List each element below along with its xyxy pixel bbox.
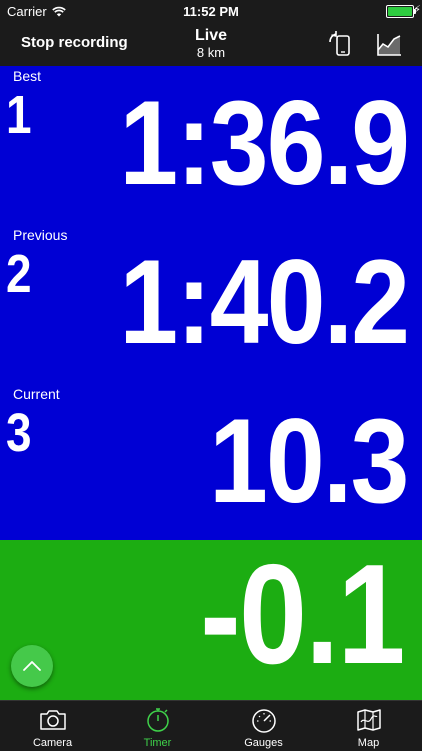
best-lap-index: 1 (6, 85, 32, 145)
tab-timer[interactable]: Timer (105, 701, 210, 751)
battery-icon (386, 5, 416, 18)
current-lap-label: Current (13, 386, 60, 402)
previous-lap-row: Previous 2 1:40.2 (0, 225, 422, 383)
tab-camera-label: Camera (32, 737, 73, 749)
nav-title-group: Live 8 km (0, 27, 422, 60)
tab-map-label: Map (357, 737, 380, 749)
nav-subtitle: 8 km (196, 45, 226, 60)
previous-lap-label: Previous (13, 227, 68, 243)
chevron-up-icon (23, 661, 41, 671)
stopwatch-icon (147, 708, 169, 732)
tab-gauges[interactable]: Gauges (211, 701, 316, 751)
best-lap-row: Best 1 1:36.9 (0, 66, 422, 224)
tab-camera[interactable]: Camera (0, 701, 105, 751)
status-time: 11:52 PM (183, 4, 239, 19)
previous-lap-time: 1:40.2 (119, 235, 410, 369)
nav-title: Live (194, 27, 227, 44)
previous-lap-index: 2 (6, 244, 32, 304)
camera-icon (40, 710, 66, 730)
status-bar: Carrier 11:52 PM ⚡ (0, 0, 422, 22)
current-lap-row: Current 3 10.3 (0, 384, 422, 542)
current-lap-index: 3 (6, 403, 32, 463)
tab-timer-label: Timer (143, 737, 172, 749)
rotate-device-icon[interactable] (327, 30, 355, 58)
chart-icon[interactable] (375, 30, 403, 58)
nav-bar: Stop recording Live 8 km (0, 22, 422, 67)
charging-icon: ⚡ (413, 4, 421, 16)
tab-bar: Camera Timer Gauges Map (0, 700, 422, 751)
best-lap-label: Best (13, 68, 42, 84)
gauge-icon (252, 709, 276, 733)
map-icon (357, 709, 381, 731)
best-lap-time: 1:36.9 (119, 76, 410, 210)
expand-button[interactable] (11, 645, 53, 687)
tab-map[interactable]: Map (316, 701, 421, 751)
delta-time: -0.1 (200, 535, 405, 694)
delta-panel: -0.1 (0, 540, 422, 700)
tab-gauges-label: Gauges (244, 737, 283, 749)
current-lap-time: 10.3 (209, 394, 410, 528)
lap-times-panel: Best 1 1:36.9 Previous 2 1:40.2 Current … (0, 66, 422, 540)
